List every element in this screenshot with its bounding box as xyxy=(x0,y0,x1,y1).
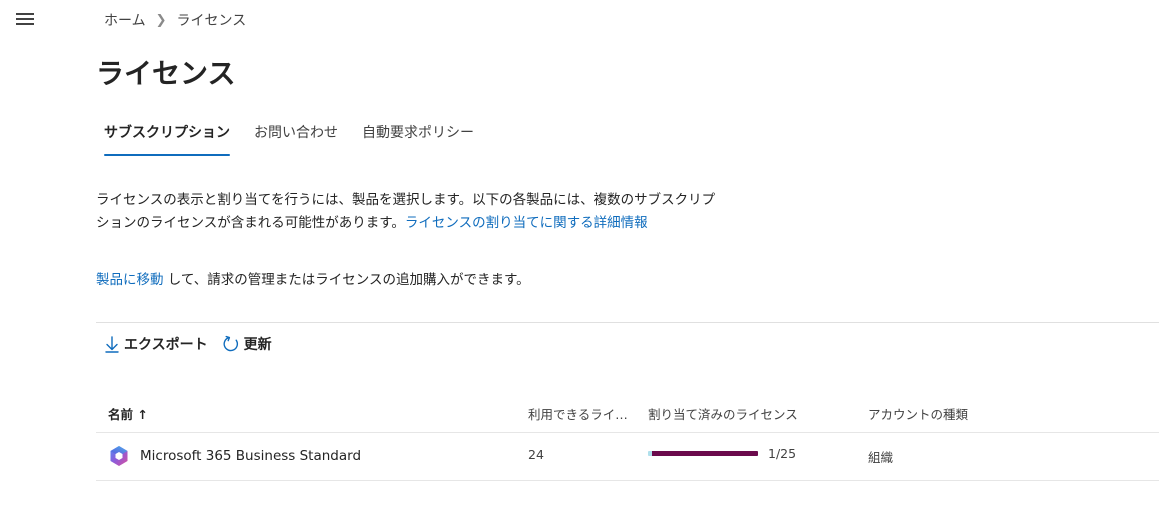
column-header-assigned[interactable]: 割り当て済みのライセンス xyxy=(648,404,798,423)
toolbar: エクスポート 更新 xyxy=(104,334,286,354)
divider xyxy=(96,322,1159,323)
account-type-cell: 組織 xyxy=(868,450,894,465)
refresh-icon xyxy=(223,335,238,352)
license-assignment-info-link[interactable]: ライセンスの割り当てに関する詳細情報 xyxy=(405,215,648,231)
tab-subscriptions[interactable]: サブスクリプション xyxy=(96,118,238,156)
breadcrumb-home[interactable]: ホーム xyxy=(104,10,146,30)
table-row[interactable]: Microsoft 365 Business Standard 24 1/25 … xyxy=(96,433,1159,481)
export-label: エクスポート xyxy=(124,337,208,353)
breadcrumb: ホーム ❯ ライセンス xyxy=(104,10,246,30)
subscriptions-table: 名前 ↑ 利用できるライセンス 割り当て済みのライセンス アカウントの種類 xyxy=(96,396,1159,481)
column-header-name-label: 名前 xyxy=(108,407,134,422)
column-header-available[interactable]: 利用できるライセンス xyxy=(528,404,628,423)
description-secondary: 製品に移動 して、請求の管理またはライセンスの追加購入ができます。 xyxy=(96,269,716,291)
assigned-progress-bar xyxy=(648,451,758,456)
description-secondary-text: して、請求の管理またはライセンスの追加購入ができます。 xyxy=(163,272,530,288)
column-header-name[interactable]: 名前 ↑ xyxy=(108,404,148,423)
tab-list: サブスクリプション お問い合わせ 自動要求ポリシー xyxy=(96,118,490,156)
licenses-page: ホーム ❯ ライセンス ライセンス サブスクリプション お問い合わせ 自動要求ポ… xyxy=(0,0,1159,515)
product-name: Microsoft 365 Business Standard xyxy=(140,448,362,464)
microsoft-365-icon xyxy=(110,446,128,466)
available-licenses-cell: 24 xyxy=(528,447,544,462)
product-name-cell[interactable]: Microsoft 365 Business Standard xyxy=(108,445,361,467)
refresh-label: 更新 xyxy=(243,337,272,353)
export-button[interactable]: エクスポート xyxy=(104,334,208,354)
assigned-licenses-cell: 1/25 xyxy=(648,446,796,461)
page-title: ライセンス xyxy=(96,57,236,90)
table-header: 名前 ↑ 利用できるライセンス 割り当て済みのライセンス アカウントの種類 xyxy=(96,396,1159,433)
sort-arrow-up-icon: ↑ xyxy=(137,407,148,422)
description: ライセンスの表示と割り当てを行うには、製品を選択します。以下の各製品には、複数の… xyxy=(96,189,716,234)
download-icon xyxy=(105,336,119,353)
chevron-right-icon: ❯ xyxy=(155,12,167,28)
hamburger-menu-icon[interactable] xyxy=(16,13,34,27)
column-header-account-type[interactable]: アカウントの種類 xyxy=(868,404,968,423)
refresh-button[interactable]: 更新 xyxy=(222,334,272,354)
breadcrumb-current: ライセンス xyxy=(176,13,247,29)
tab-requests[interactable]: お問い合わせ xyxy=(246,118,346,156)
tab-auto-claim-policy[interactable]: 自動要求ポリシー xyxy=(354,118,482,156)
assigned-licenses-label: 1/25 xyxy=(768,446,797,461)
go-to-products-link[interactable]: 製品に移動 xyxy=(96,272,164,288)
assigned-progress-fill xyxy=(652,451,758,456)
